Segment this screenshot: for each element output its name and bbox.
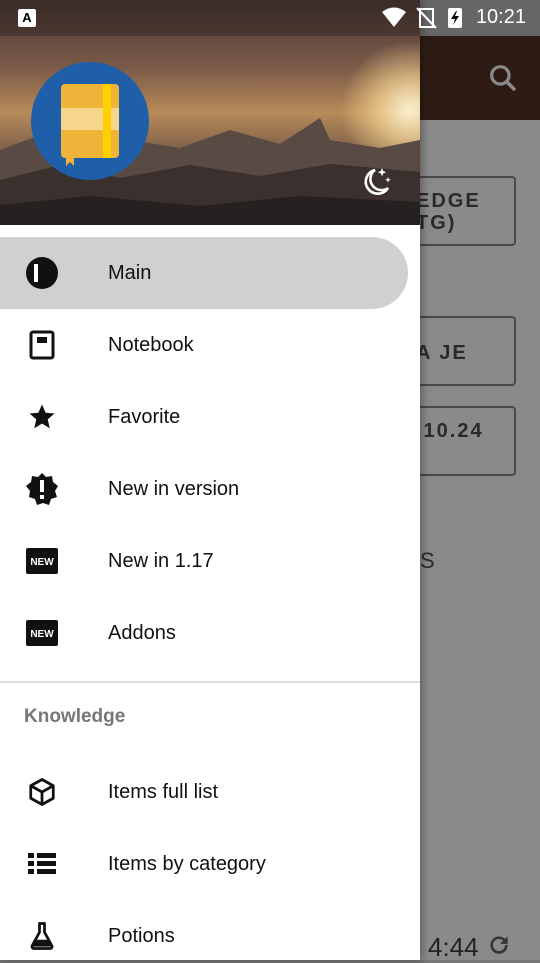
drawer-menu: Main Notebook Favorite New in version NE… [0, 236, 420, 668]
menu-item-new-in-version[interactable]: New in version [0, 452, 420, 524]
flask-icon [24, 919, 60, 953]
notification-icon: A [18, 9, 36, 27]
background-text: S [420, 548, 435, 573]
menu-item-items-by-category[interactable]: Items by category [0, 827, 420, 899]
menu-item-items-full-list[interactable]: Items full list [0, 755, 420, 827]
svg-text:NEW: NEW [30, 629, 54, 640]
status-icons [382, 7, 462, 29]
menu-item-label: Main [108, 262, 152, 284]
menu-item-label: New in 1.17 [108, 550, 214, 572]
new-badge-alert-icon [24, 472, 60, 506]
reload-icon[interactable] [486, 932, 512, 958]
status-time: 10:21 [475, 6, 526, 28]
star-icon [24, 400, 60, 434]
menu-item-new-in-1-17[interactable]: NEW New in 1.17 [0, 524, 420, 596]
moon-stars-icon[interactable] [358, 164, 394, 200]
section-title-knowledge: Knowledge [24, 706, 126, 727]
status-bar: A 10:21 [0, 0, 540, 36]
menu-item-notebook[interactable]: Notebook [0, 308, 420, 380]
book-open-icon [24, 256, 60, 290]
cube-icon [24, 775, 60, 809]
new-icon: NEW [24, 544, 60, 578]
menu-item-addons[interactable]: NEW Addons [0, 596, 420, 668]
notebook-icon [24, 328, 60, 362]
wifi-icon [382, 7, 406, 27]
menu-item-label: Items full list [108, 781, 219, 803]
menu-item-label: Notebook [108, 334, 194, 356]
menu-item-label: Addons [108, 622, 176, 644]
menu-item-favorite[interactable]: Favorite [0, 380, 420, 452]
notebook-icon [61, 84, 119, 166]
menu-item-label: Items by category [108, 853, 266, 875]
menu-item-main[interactable]: Main [0, 236, 420, 309]
menu-divider [0, 681, 420, 683]
background-timer: 4:44 [428, 932, 479, 962]
menu-item-label: Favorite [108, 406, 181, 428]
new-icon: NEW [24, 616, 60, 650]
svg-text:NEW: NEW [30, 557, 54, 568]
menu-item-label: New in version [108, 478, 240, 500]
navigation-drawer: Main Notebook Favorite New in version NE… [0, 0, 420, 960]
app-avatar [31, 62, 149, 180]
menu-item-label: Potions [108, 925, 175, 947]
knowledge-menu: Items full list Items by category Potion… [0, 755, 420, 960]
menu-item-potions[interactable]: Potions [0, 899, 420, 960]
search-icon[interactable] [487, 62, 519, 94]
list-icon [24, 847, 60, 881]
